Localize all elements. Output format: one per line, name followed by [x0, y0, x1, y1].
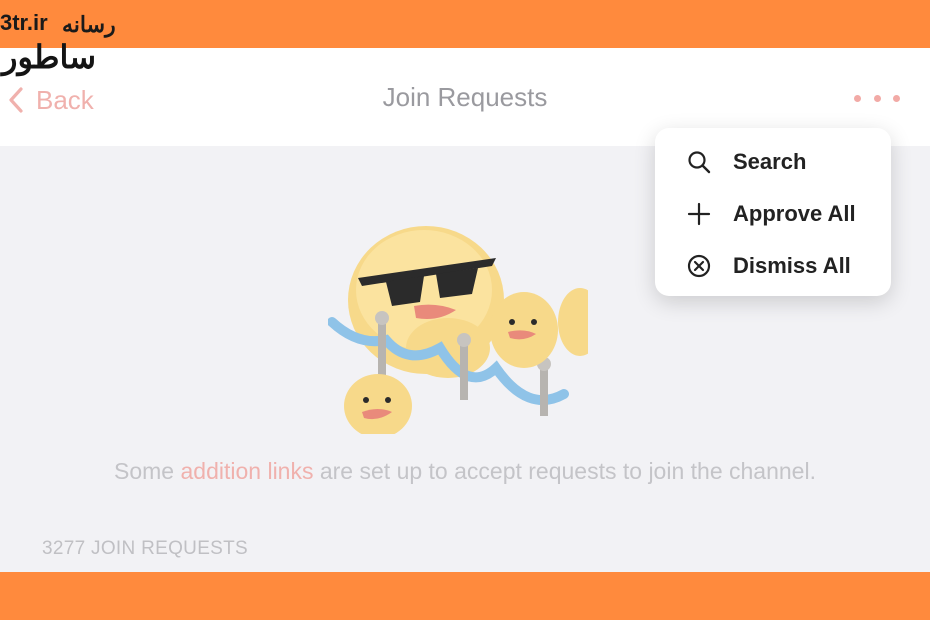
menu-item-approve-all[interactable]: Approve All: [655, 190, 891, 238]
app-screen: Back Join Requests Some addition links a…: [0, 48, 930, 572]
circle-x-icon: [687, 254, 711, 278]
info-text-before: Some: [114, 458, 181, 484]
more-dots-icon[interactable]: [854, 88, 900, 108]
info-text: Some addition links are set up to accept…: [0, 458, 930, 485]
join-requests-count: 3277 JOIN REQUESTS: [42, 538, 249, 559]
context-menu: Search Approve All Dismiss All: [655, 128, 891, 296]
watermark-logo: 3tr.ir رسانه ساطور: [0, 8, 124, 75]
menu-item-label: Search: [733, 149, 807, 174]
menu-item-label: Dismiss All: [733, 253, 851, 278]
plus-icon: [687, 202, 711, 226]
page-title: Join Requests: [382, 82, 548, 112]
duck-sticker: [328, 226, 588, 434]
search-icon: [688, 151, 711, 174]
watermark-line2: ساطور: [2, 39, 97, 75]
info-text-after: are set up to accept requests to join th…: [313, 458, 816, 484]
menu-item-label: Approve All: [733, 201, 856, 226]
menu-item-dismiss-all[interactable]: Dismiss All: [655, 242, 891, 290]
watermark-line1: رسانه: [62, 12, 116, 37]
addition-links-link[interactable]: addition links: [181, 458, 314, 484]
menu-item-search[interactable]: Search: [655, 138, 891, 186]
watermark-domain: 3tr.ir: [0, 10, 48, 35]
